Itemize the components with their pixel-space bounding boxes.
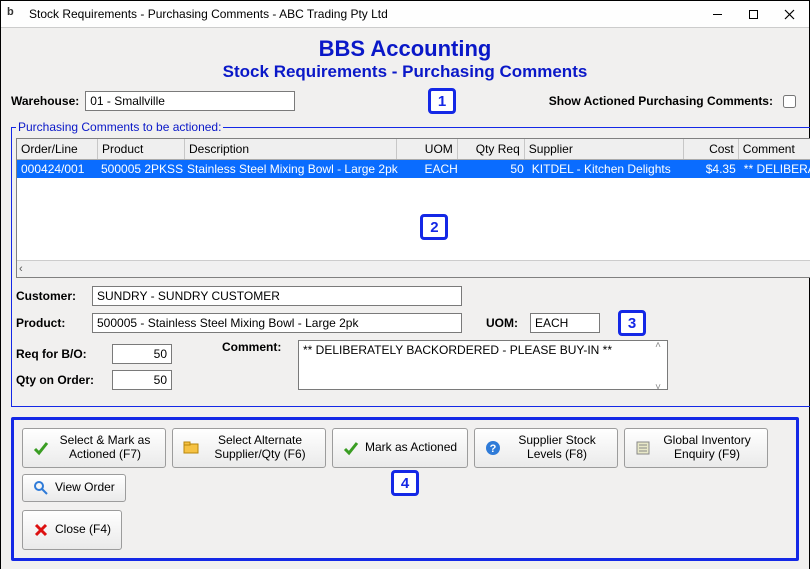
customer-label: Customer:	[16, 289, 86, 303]
grid-hscrollbar[interactable]: ‹ ›	[17, 260, 810, 277]
col-product[interactable]: Product	[98, 139, 185, 159]
uom-field	[530, 313, 600, 333]
app-window: b Stock Requirements - Purchasing Commen…	[0, 0, 810, 569]
global-enquiry-button[interactable]: Global Inventory Enquiry (F9)	[624, 428, 768, 468]
button-bar: Select & Mark as Actioned (F7) Select Al…	[11, 417, 799, 561]
check-icon	[343, 440, 359, 456]
comments-group: Purchasing Comments to be actioned: Orde…	[11, 120, 810, 407]
cell-product: 500005 2PKSSML	[97, 160, 183, 178]
col-order[interactable]: Order/Line	[17, 139, 98, 159]
comment-scrollbar[interactable]: ˄˅	[650, 340, 666, 393]
window-title: Stock Requirements - Purchasing Comments…	[29, 7, 699, 21]
col-comment[interactable]: Comment	[739, 139, 810, 159]
view-order-button[interactable]: View Order	[22, 474, 126, 502]
cell-description: Stainless Steel Mixing Bowl - Large 2pk	[183, 160, 402, 178]
select-mark-actioned-button[interactable]: Select & Mark as Actioned (F7)	[22, 428, 166, 468]
list-icon	[635, 440, 651, 456]
qty-order-field	[112, 370, 172, 390]
cell-cost: $4.35	[686, 160, 740, 178]
cell-order: 000424/001	[17, 160, 97, 178]
question-icon: ?	[485, 440, 501, 456]
detail-panel: Customer: Product: UOM: 3 Req for B/O:	[16, 286, 810, 394]
close-label: Close (F4)	[55, 523, 111, 537]
badge-4: 4	[391, 470, 419, 496]
warehouse-label: Warehouse:	[11, 94, 79, 108]
product-field	[92, 313, 462, 333]
app-icon: b	[7, 6, 23, 22]
warehouse-input[interactable]	[85, 91, 295, 111]
stock-levels-button[interactable]: ? Supplier Stock Levels (F8)	[474, 428, 618, 468]
req-field	[112, 344, 172, 364]
cell-supplier: KITDEL - Kitchen Delights	[528, 160, 686, 178]
check-icon	[33, 440, 49, 456]
svg-text:?: ?	[490, 443, 497, 455]
col-description[interactable]: Description	[185, 139, 397, 159]
select-mark-label: Select & Mark as Actioned (F7)	[55, 434, 155, 462]
folder-icon	[183, 440, 199, 456]
alt-supplier-label: Select Alternate Supplier/Qty (F6)	[205, 434, 315, 462]
close-button[interactable]: Close (F4)	[22, 510, 122, 550]
qty-order-label: Qty on Order:	[16, 373, 106, 387]
scroll-up-icon[interactable]: ˄	[655, 340, 661, 351]
scroll-down-icon[interactable]: ˅	[655, 382, 661, 393]
comments-grid[interactable]: Order/Line Product Description UOM Qty R…	[16, 138, 810, 278]
table-row[interactable]: 000424/001 500005 2PKSSML Stainless Stee…	[17, 160, 810, 178]
close-window-button[interactable]	[771, 2, 807, 26]
view-order-label: View Order	[55, 481, 115, 495]
magnifier-icon	[33, 480, 49, 496]
customer-field	[92, 286, 462, 306]
client-area: BBS Accounting Stock Requirements - Purc…	[1, 28, 809, 569]
badge-2: 2	[420, 214, 448, 240]
cell-comment: ** DELIBERATE PLEASE BUY-IN	[740, 160, 810, 178]
req-label: Req for B/O:	[16, 347, 106, 361]
scroll-left-icon[interactable]: ‹	[19, 263, 23, 275]
col-supplier[interactable]: Supplier	[525, 139, 684, 159]
product-label: Product:	[16, 316, 86, 330]
alt-supplier-button[interactable]: Select Alternate Supplier/Qty (F6)	[172, 428, 326, 468]
mark-actioned-label: Mark as Actioned	[365, 441, 457, 455]
close-icon	[33, 522, 49, 538]
group-legend: Purchasing Comments to be actioned:	[16, 120, 223, 134]
col-cost[interactable]: Cost	[684, 139, 739, 159]
uom-label: UOM:	[486, 316, 518, 330]
stock-levels-label: Supplier Stock Levels (F8)	[507, 434, 607, 462]
show-actioned-label: Show Actioned Purchasing Comments:	[549, 94, 773, 108]
badge-3: 3	[618, 310, 646, 336]
comment-label: Comment:	[222, 340, 292, 354]
comment-field[interactable]: ** DELIBERATELY BACKORDERED - PLEASE BUY…	[298, 340, 668, 390]
app-heading: BBS Accounting	[11, 36, 799, 62]
grid-body: 000424/001 500005 2PKSSML Stainless Stee…	[17, 160, 810, 260]
minimize-button[interactable]	[699, 2, 735, 26]
grid-header: Order/Line Product Description UOM Qty R…	[17, 139, 810, 160]
mark-actioned-button[interactable]: Mark as Actioned	[332, 428, 468, 468]
show-actioned-checkbox[interactable]	[783, 95, 796, 108]
cell-qty: 50	[462, 160, 528, 178]
maximize-button[interactable]	[735, 2, 771, 26]
page-heading: Stock Requirements - Purchasing Comments	[11, 62, 799, 82]
col-qty[interactable]: Qty Req	[458, 139, 525, 159]
col-uom[interactable]: UOM	[397, 139, 458, 159]
badge-1: 1	[428, 88, 456, 114]
global-enquiry-label: Global Inventory Enquiry (F9)	[657, 434, 757, 462]
cell-uom: EACH	[402, 160, 462, 178]
titlebar: b Stock Requirements - Purchasing Commen…	[1, 1, 809, 28]
